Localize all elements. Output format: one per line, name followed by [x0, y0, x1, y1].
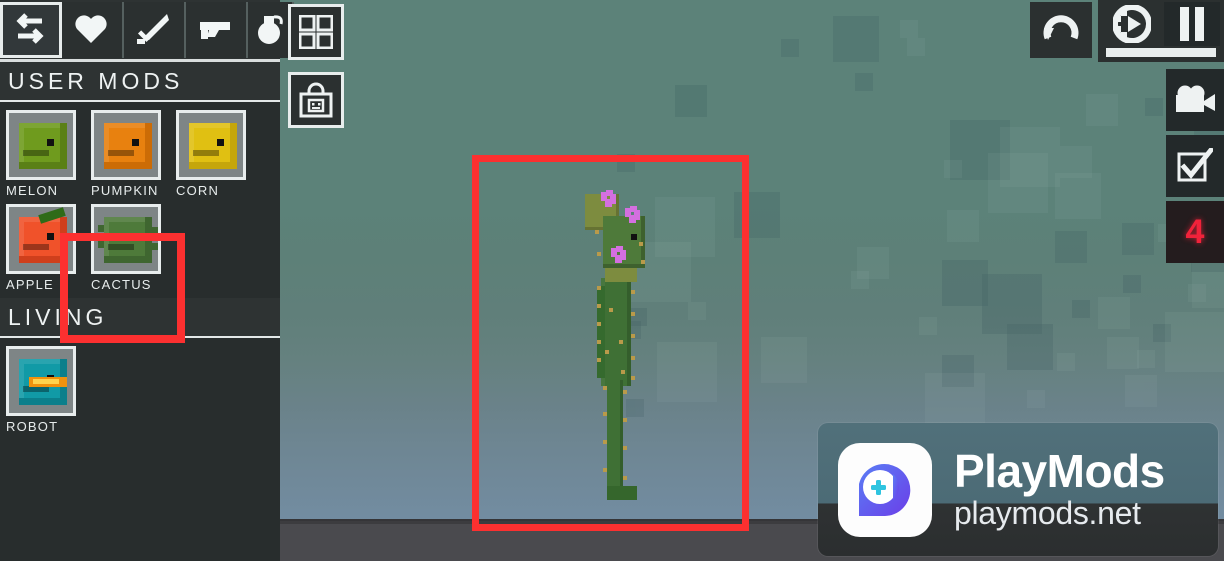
slow-motion-icon [1113, 5, 1151, 43]
camera-button[interactable] [1166, 69, 1224, 131]
sky-pixel-blocks [280, 0, 1224, 433]
toolbar-item-melee[interactable] [124, 2, 186, 58]
pause-icon [1180, 7, 1204, 41]
pause-button[interactable] [1164, 2, 1220, 46]
mod-item-label: MELON [6, 183, 59, 198]
mod-item-label: CORN [176, 183, 220, 198]
pumpkin-block-icon [91, 110, 161, 180]
pistol-icon [197, 11, 235, 49]
toolbar-item-transfer[interactable] [0, 2, 62, 58]
heart-icon [73, 11, 111, 49]
toolbar-item-health[interactable] [62, 2, 124, 58]
select-tool-button[interactable] [1166, 135, 1224, 197]
robot-head-icon [6, 346, 76, 416]
melon-block-icon [6, 110, 76, 180]
grid-menu-button[interactable] [288, 4, 344, 60]
time-control-group[interactable] [1098, 0, 1224, 62]
undo-button[interactable] [1030, 2, 1092, 58]
grid-four-squares-icon [299, 15, 333, 49]
spawned-cactus-highlight-box [472, 155, 749, 531]
time-progress-bar[interactable] [1106, 48, 1216, 57]
corn-block-icon [176, 110, 246, 180]
toolbar-item-firearms[interactable] [186, 2, 248, 58]
category-toolbar[interactable] [0, 0, 294, 62]
video-camera-icon [1176, 85, 1215, 112]
playmods-watermark: PlayMods playmods.net [818, 423, 1218, 556]
checkbox-checked-icon [1177, 148, 1213, 182]
cactus-mod-entry-highlight-box [60, 233, 185, 343]
watermark-subtitle: playmods.net [954, 494, 1141, 531]
grenade-icon [251, 11, 289, 49]
object-count-badge[interactable]: 4 [1166, 201, 1224, 263]
mod-item-robot[interactable]: ROBOT [6, 346, 91, 434]
undo-arrow-icon [1043, 15, 1079, 40]
swap-arrows-icon [12, 11, 50, 49]
section-title: USER MODS [8, 67, 184, 94]
watermark-title: PlayMods [954, 444, 1165, 497]
mod-shop-button[interactable] [288, 72, 344, 128]
watermark-text: PlayMods playmods.net [954, 444, 1165, 532]
sword-icon [135, 11, 173, 49]
playmods-logo-icon [838, 442, 932, 537]
mod-item-label: PUMPKIN [91, 183, 159, 198]
mod-item-corn[interactable]: CORN [176, 110, 261, 198]
object-count-value: 4 [1185, 212, 1205, 251]
section-header-user-mods: USER MODS [0, 62, 280, 102]
slow-motion-button[interactable] [1104, 2, 1160, 46]
section-item-grid: ROBOT [0, 338, 280, 440]
mod-item-pumpkin[interactable]: PUMPKIN [91, 110, 176, 198]
mod-item-label: ROBOT [6, 419, 59, 434]
shopping-bag-icon [299, 82, 333, 118]
mod-item-melon[interactable]: MELON [6, 110, 91, 198]
